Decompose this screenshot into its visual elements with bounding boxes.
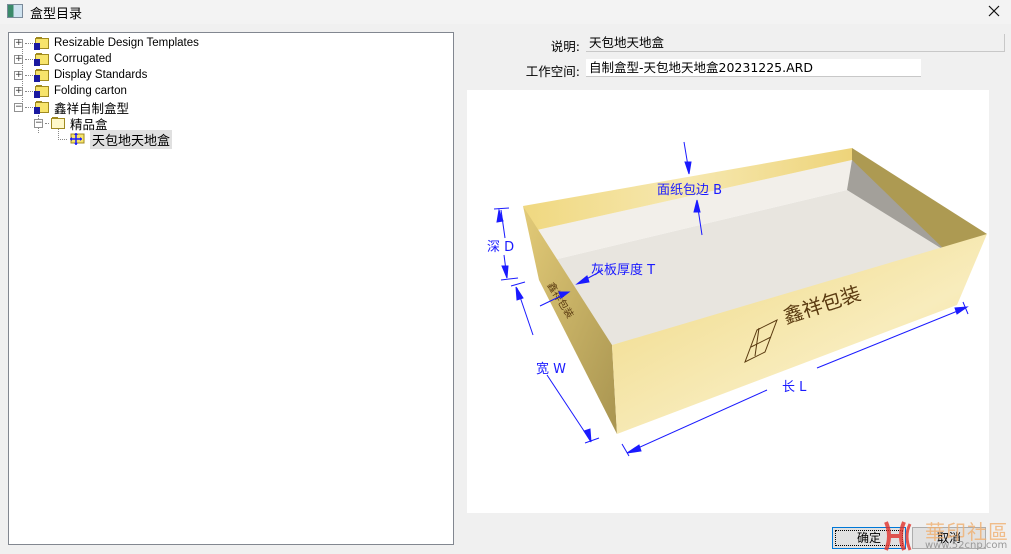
dim-tick bbox=[584, 437, 600, 444]
dim-label-width: 宽 W bbox=[536, 361, 566, 377]
app-icon bbox=[7, 4, 23, 18]
dim-line-d bbox=[500, 209, 506, 239]
dim-tick bbox=[493, 207, 510, 210]
tree-item-tianbaodi[interactable]: 天包地天地盒 bbox=[58, 129, 173, 149]
collapse-icon[interactable]: − bbox=[14, 102, 23, 112]
tree-connector bbox=[45, 122, 49, 124]
tree-connector bbox=[25, 74, 33, 76]
box-preview: 鑫祥包装 鑫祥包装 面纸包边 B 深 D 灰板厚度 T 宽 W 长 L bbox=[467, 90, 989, 513]
expand-icon[interactable]: + bbox=[14, 86, 23, 96]
collapse-icon[interactable]: − bbox=[34, 118, 43, 128]
folder-icon bbox=[34, 52, 50, 66]
tree-connector bbox=[58, 138, 67, 140]
tree-item-label: Resizable Design Templates bbox=[54, 37, 199, 49]
dim-label-board-thickness: 灰板厚度 T bbox=[591, 262, 655, 278]
dim-arrow bbox=[626, 444, 642, 454]
tree-item-label: Corrugated bbox=[54, 53, 112, 65]
folder-icon bbox=[34, 68, 50, 82]
window-title: 盒型目录 bbox=[30, 7, 83, 22]
dim-line-w bbox=[546, 374, 591, 441]
workspace-field[interactable]: 自制盒型-天包地天地盒20231225.ARD bbox=[586, 59, 921, 77]
description-field: 天包地天地盒 bbox=[586, 34, 1005, 52]
dim-label-depth: 深 D bbox=[487, 240, 514, 255]
workspace-label: 工作空间: bbox=[525, 64, 580, 79]
expand-icon[interactable]: + bbox=[14, 70, 23, 80]
tree-connector bbox=[25, 58, 33, 60]
dim-tick bbox=[621, 443, 630, 457]
folder-open-icon bbox=[50, 116, 66, 130]
tree-item-resizable-design-templates[interactable]: + Resizable Design Templates bbox=[14, 35, 199, 51]
dim-label-length: 长 L bbox=[782, 380, 807, 395]
resizable-design-icon bbox=[70, 133, 85, 145]
expand-icon[interactable]: + bbox=[14, 38, 23, 48]
close-icon bbox=[988, 5, 1000, 17]
folder-icon bbox=[34, 100, 50, 114]
ok-button[interactable]: 确定 bbox=[832, 527, 906, 549]
tree-item-display-standards[interactable]: + Display Standards bbox=[14, 67, 147, 83]
dim-arrow bbox=[501, 265, 509, 279]
tree-item-label: Folding carton bbox=[54, 85, 127, 97]
folder-icon bbox=[34, 36, 50, 50]
description-label: 说明: bbox=[550, 39, 580, 54]
dim-arrow bbox=[684, 161, 692, 175]
expand-icon[interactable]: + bbox=[14, 54, 23, 64]
tree-item-corrugated[interactable]: + Corrugated bbox=[14, 51, 112, 67]
folder-icon bbox=[34, 84, 50, 98]
close-button[interactable] bbox=[977, 0, 1011, 22]
dim-label-wrap-edge: 面纸包边 B bbox=[657, 183, 722, 198]
tree-item-label: 天包地天地盒 bbox=[90, 129, 173, 149]
tree-connector bbox=[25, 90, 33, 92]
tree-item-label: Display Standards bbox=[54, 69, 148, 81]
dim-arrow bbox=[583, 428, 592, 443]
title-bar: 盒型目录 bbox=[0, 0, 1011, 24]
dim-arrow bbox=[515, 286, 524, 301]
cancel-button[interactable]: 取消 bbox=[912, 527, 986, 549]
dim-tick bbox=[500, 277, 519, 281]
tree-connector bbox=[25, 42, 33, 44]
template-tree[interactable]: + Resizable Design Templates + Corrugate… bbox=[8, 32, 454, 545]
box-diagram: 鑫祥包装 鑫祥包装 面纸包边 B 深 D 灰板厚度 T 宽 W 长 L bbox=[487, 141, 987, 457]
dim-tick bbox=[510, 281, 526, 287]
tree-connector bbox=[25, 106, 33, 108]
